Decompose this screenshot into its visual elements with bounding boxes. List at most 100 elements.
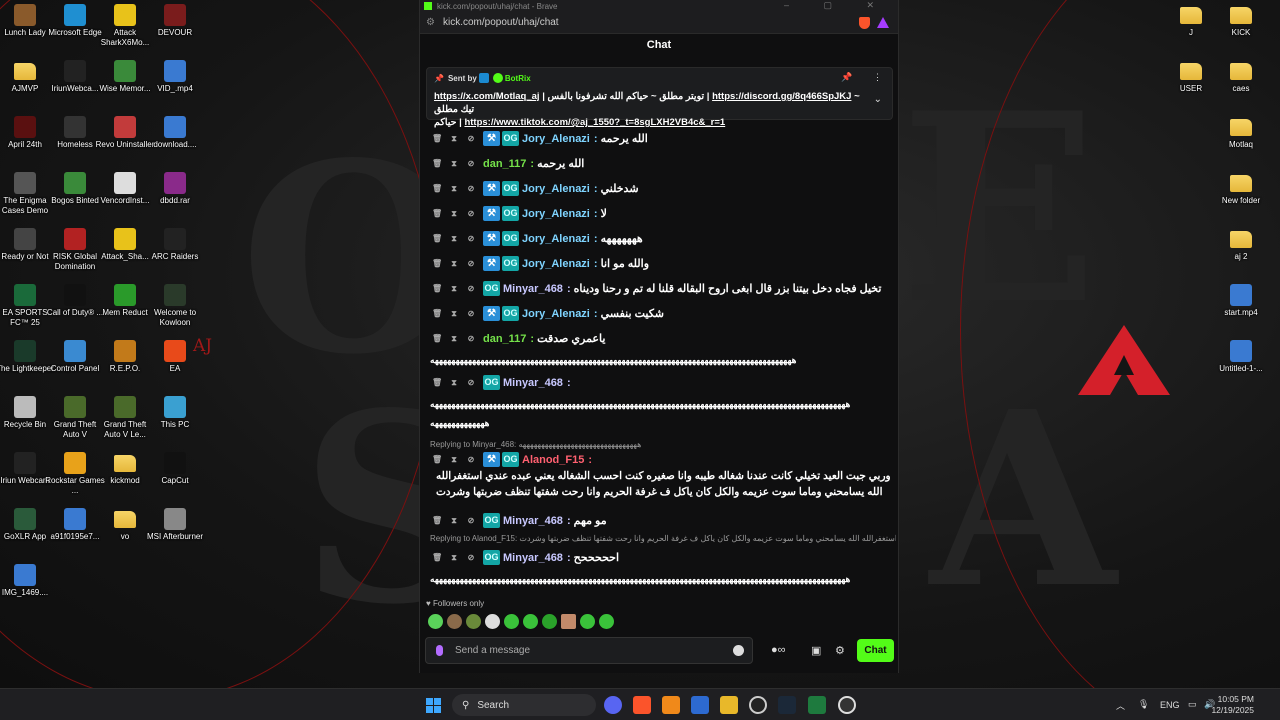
desktop-icon[interactable]: VID_.mp4 bbox=[149, 60, 201, 94]
chat-message[interactable]: 🗑 ⧗ ⊘ OG Minyar_468: مو مهم bbox=[426, 508, 896, 533]
gift-icon[interactable]: ▣ bbox=[811, 644, 821, 657]
chat-message-list[interactable]: 🗑 ⧗ ⊘ ⚒ OG Jory_Alenazi: الله يرحمه 🗑 ⧗ ⊘ dan_117… bbox=[426, 118, 896, 596]
url-text[interactable]: kick.com/popout/uhaj/chat bbox=[443, 17, 559, 28]
delete-icon[interactable]: 🗑 bbox=[432, 159, 442, 168]
delete-icon[interactable]: 🗑 bbox=[432, 209, 442, 218]
delete-icon[interactable]: 🗑 bbox=[432, 309, 442, 318]
desktop-icon[interactable]: Revo Uninstaller bbox=[96, 116, 154, 150]
desktop-icon[interactable]: KICK bbox=[1215, 4, 1267, 38]
chat-message[interactable]: 🗑 ⧗ ⊘ OG Minyar_468: تخيل فجاه دخل بيتنا بزر… bbox=[426, 276, 896, 301]
desktop-icon[interactable]: aj 2 bbox=[1215, 228, 1267, 262]
ban-icon[interactable]: ⊘ bbox=[466, 209, 476, 218]
pinned-link-discord[interactable]: https://discord.gg/8q466SpJKJ bbox=[712, 91, 851, 102]
settings-gear-icon[interactable]: ⚙ bbox=[835, 644, 845, 657]
address-bar[interactable]: ⚙ kick.com/popout/uhaj/chat bbox=[420, 12, 898, 34]
tray-overflow-icon[interactable]: ︿ bbox=[1116, 699, 1125, 712]
chat-message[interactable]: 🗑 ⧗ ⊘ dan_117: ياعمري صدقت bbox=[426, 326, 896, 351]
chat-username[interactable]: Jory_Alenazi bbox=[522, 133, 590, 145]
desktop-icon[interactable]: USER bbox=[1165, 60, 1217, 94]
chat-username[interactable]: dan_117 bbox=[483, 158, 526, 170]
desktop-icon[interactable]: caes bbox=[1215, 60, 1267, 94]
pinned-link-tiktok[interactable]: https://www.tiktok.com/@aj_1550?_t=8sgLX… bbox=[464, 117, 725, 128]
emote-icon[interactable] bbox=[561, 614, 576, 629]
timeout-icon[interactable]: ⧗ bbox=[449, 309, 459, 319]
desktop-icon[interactable]: Attack SharkX6Mo... bbox=[99, 4, 151, 48]
chat-username[interactable]: Jory_Alenazi bbox=[522, 308, 590, 320]
desktop-icon[interactable]: EA SPORTS FC™ 25 bbox=[0, 284, 51, 328]
network-icon[interactable]: ▭ bbox=[1188, 699, 1197, 710]
mic-tray-icon[interactable]: 🎙 bbox=[1138, 699, 1149, 710]
timeout-icon[interactable]: ⧗ bbox=[449, 553, 459, 563]
desktop-icon[interactable]: MSI Afterburner bbox=[147, 508, 203, 542]
reply-reference[interactable]: Replying to Alanod_F15: وربي جبت العيد ت… bbox=[426, 533, 896, 545]
desktop-icon[interactable]: Untitled-1-... bbox=[1215, 340, 1267, 374]
desktop-icon[interactable]: EA bbox=[149, 340, 201, 374]
chat-message[interactable]: 🗑 ⧗ ⊘ OG Minyar_468: احححححح bbox=[426, 545, 896, 570]
timeout-icon[interactable]: ⧗ bbox=[449, 455, 459, 465]
brave-icon[interactable] bbox=[633, 696, 651, 714]
language-indicator[interactable]: ENG bbox=[1160, 700, 1180, 710]
kicks-icon[interactable]: ●∞ bbox=[771, 644, 786, 656]
chevron-down-icon[interactable]: ⌄ bbox=[874, 94, 882, 105]
desktop-icon[interactable]: RISK Global Domination bbox=[49, 228, 101, 272]
delete-icon[interactable]: 🗑 bbox=[432, 184, 442, 193]
desktop-icon[interactable]: a91f0195e7... bbox=[49, 508, 101, 542]
emote-icon[interactable] bbox=[428, 614, 443, 629]
emote-icon[interactable] bbox=[580, 614, 595, 629]
timeout-icon[interactable]: ⧗ bbox=[449, 516, 459, 526]
chat-message[interactable]: 🗑 ⧗ ⊘ ⚒ OG Jory_Alenazi: شكيت بنفسي bbox=[426, 301, 896, 326]
desktop-icon[interactable]: vo bbox=[99, 508, 151, 542]
send-chat-button[interactable]: Chat bbox=[857, 639, 894, 662]
desktop-icon[interactable]: IriunWebca... bbox=[49, 60, 101, 94]
desktop-icon[interactable]: April 24th bbox=[0, 116, 51, 150]
desktop-icon[interactable]: start.mp4 bbox=[1215, 284, 1267, 318]
chat-message-input[interactable] bbox=[455, 645, 725, 656]
chat-username[interactable]: Minyar_468 bbox=[503, 377, 563, 389]
timeout-icon[interactable]: ⧗ bbox=[449, 378, 459, 388]
delete-icon[interactable]: 🗑 bbox=[432, 553, 442, 562]
ban-icon[interactable]: ⊘ bbox=[466, 553, 476, 562]
desktop-icon[interactable]: GoXLR App bbox=[0, 508, 51, 542]
desktop-icon[interactable]: Welcome to Kowloon bbox=[149, 284, 201, 328]
ban-icon[interactable]: ⊘ bbox=[466, 184, 476, 193]
delete-icon[interactable]: 🗑 bbox=[432, 455, 442, 464]
emote-icon[interactable] bbox=[466, 614, 481, 629]
chat-message[interactable]: 🗑 ⧗ ⊘ dan_117: الله يرحمه bbox=[426, 151, 896, 176]
ban-icon[interactable]: ⊘ bbox=[466, 309, 476, 318]
emote-icon[interactable] bbox=[485, 614, 500, 629]
windows-start-icon[interactable] bbox=[426, 698, 441, 713]
delete-icon[interactable]: 🗑 bbox=[432, 516, 442, 525]
clock[interactable]: 10:05 PM 12/19/2025 bbox=[1211, 694, 1254, 716]
desktop-icon[interactable]: download.... bbox=[149, 116, 201, 150]
desktop-icon[interactable]: Attack_Sha... bbox=[99, 228, 151, 262]
timeout-icon[interactable]: ⧗ bbox=[449, 159, 459, 169]
brave-shield-icon[interactable] bbox=[859, 17, 870, 29]
chat-username[interactable]: Jory_Alenazi bbox=[522, 208, 590, 220]
delete-icon[interactable]: 🗑 bbox=[432, 259, 442, 268]
desktop-icon[interactable]: Motlaq bbox=[1215, 116, 1267, 150]
desktop-icon[interactable]: J bbox=[1165, 4, 1217, 38]
emote-icon[interactable] bbox=[599, 614, 614, 629]
desktop-icon[interactable]: kickmod bbox=[99, 452, 151, 486]
msi-afterburner-icon[interactable] bbox=[838, 696, 856, 714]
desktop-icon[interactable]: Control Panel bbox=[49, 340, 101, 374]
desktop-icon[interactable]: Rockstar Games ... bbox=[45, 452, 105, 496]
timeout-icon[interactable]: ⧗ bbox=[449, 134, 459, 144]
timeout-icon[interactable]: ⧗ bbox=[449, 334, 459, 344]
desktop-icon[interactable]: ARC Raiders bbox=[149, 228, 201, 262]
chat-message[interactable]: 🗑 ⧗ ⊘ ⚒ OG Alanod_F15: وربي جبت العيد تخيلي كا… bbox=[426, 451, 896, 504]
ban-icon[interactable]: ⊘ bbox=[466, 134, 476, 143]
goxlr-icon[interactable] bbox=[808, 696, 826, 714]
chat-message[interactable]: 🗑 ⧗ ⊘ ⚒ OG Jory_Alenazi: شدخلني bbox=[426, 176, 896, 201]
desktop-icon[interactable]: Ready or Not bbox=[0, 228, 51, 262]
chat-username[interactable]: dan_117 bbox=[483, 333, 526, 345]
timeout-icon[interactable]: ⧗ bbox=[449, 184, 459, 194]
ban-icon[interactable]: ⊘ bbox=[466, 284, 476, 293]
chat-username[interactable]: Alanod_F15 bbox=[522, 454, 584, 466]
discord-icon[interactable] bbox=[604, 696, 622, 714]
ban-icon[interactable]: ⊘ bbox=[466, 234, 476, 243]
desktop-icon[interactable]: AJMVP bbox=[0, 60, 51, 94]
chat-message[interactable]: 🗑 ⧗ ⊘ ⚒ OG Jory_Alenazi: والله مو انا bbox=[426, 251, 896, 276]
ban-icon[interactable]: ⊘ bbox=[466, 259, 476, 268]
chat-message[interactable]: 🗑 ⧗ ⊘ ⚒ OG Jory_Alenazi: هههههههه bbox=[426, 226, 896, 251]
